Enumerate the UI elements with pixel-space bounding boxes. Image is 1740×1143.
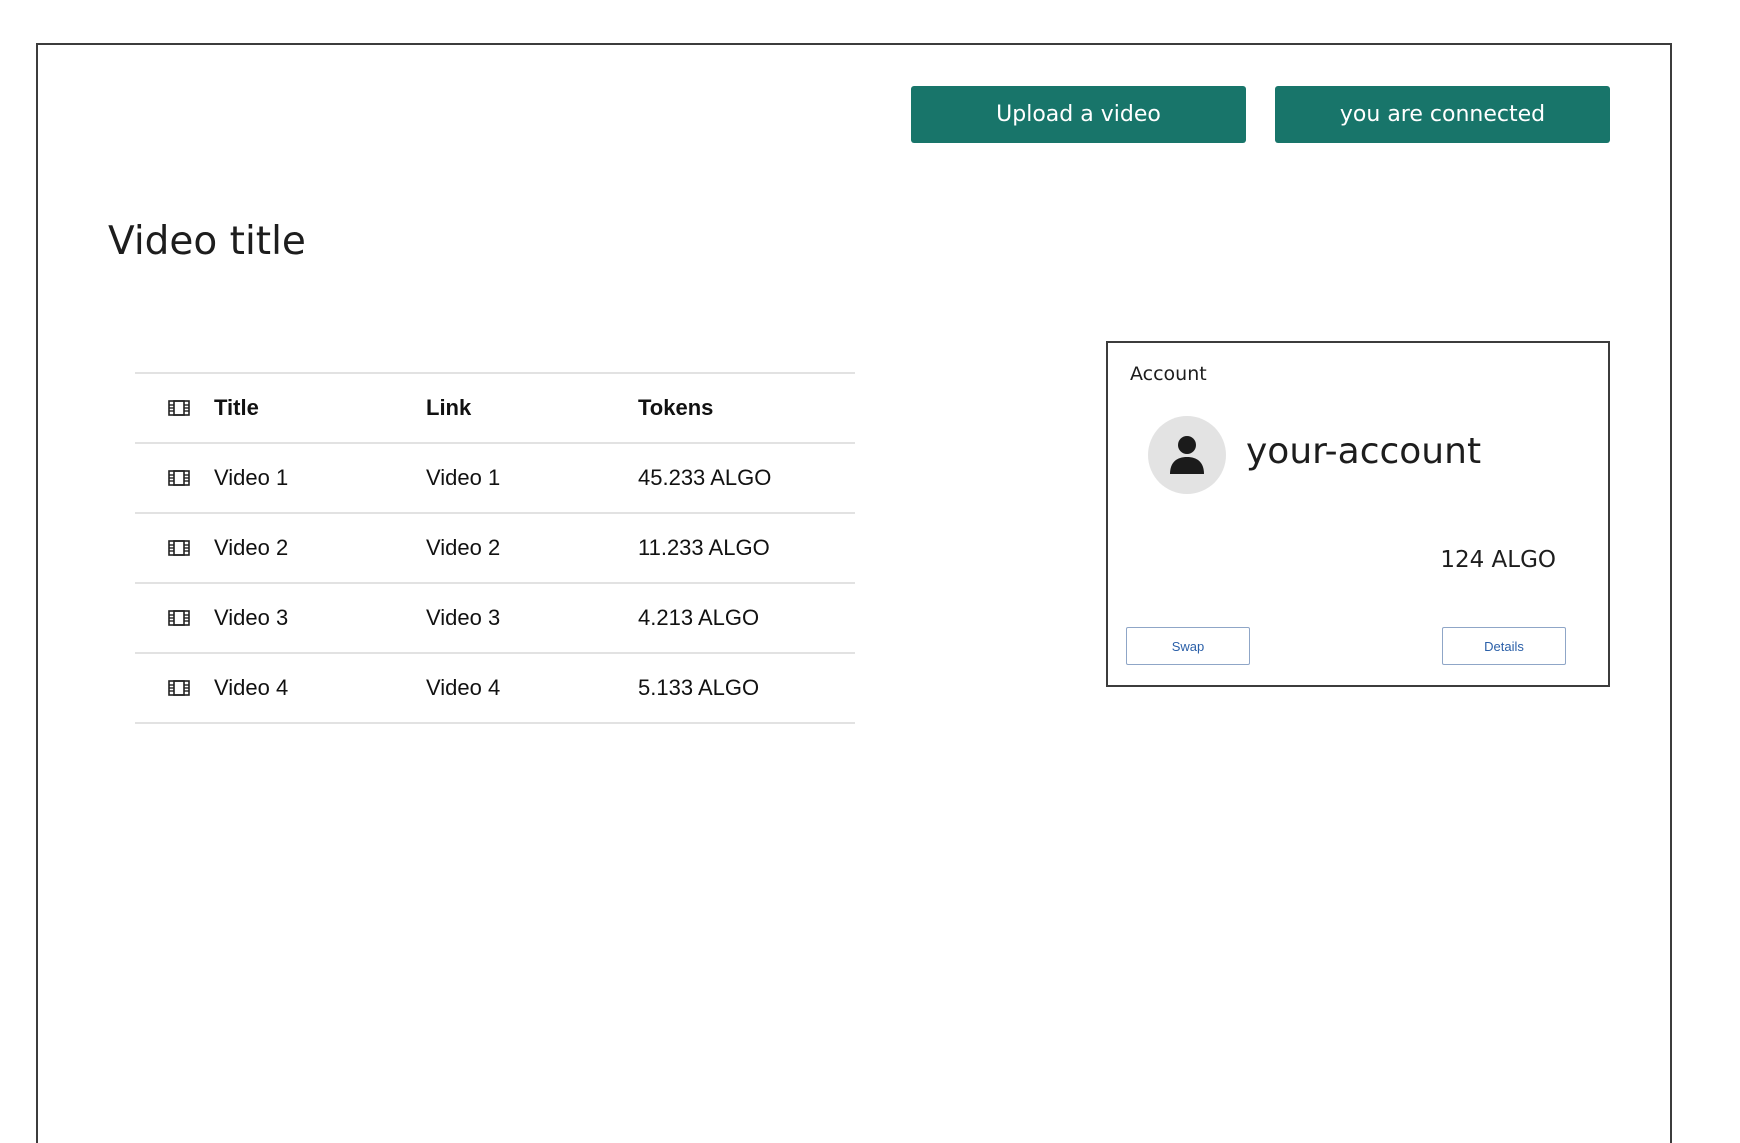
page-title: Video title	[108, 219, 306, 264]
account-name: your-account	[1246, 431, 1482, 472]
film-icon	[168, 610, 190, 626]
video-title-cell: Video 4	[214, 675, 289, 700]
table-row[interactable]: Video 4 Video 4 5.133 ALGO	[135, 652, 855, 724]
video-title-cell: Video 2	[214, 535, 289, 560]
swap-button[interactable]: Swap	[1126, 627, 1250, 665]
video-tokens-cell: 4.213 ALGO	[638, 605, 760, 630]
video-link[interactable]: Video 4	[426, 675, 500, 701]
table-row[interactable]: Video 2 Video 2 11.233 ALGO	[135, 512, 855, 582]
table-header-row: Title Link Tokens	[135, 372, 855, 442]
wallet-connected-button[interactable]: you are connected	[1275, 86, 1610, 143]
video-link[interactable]: Video 2	[426, 535, 500, 561]
video-table: Title Link Tokens Video 1 Video 1 45.233…	[135, 372, 855, 724]
account-card-label: Account	[1130, 363, 1207, 385]
film-icon	[168, 540, 190, 556]
details-button[interactable]: Details	[1442, 627, 1566, 665]
video-title-cell: Video 3	[214, 605, 289, 630]
video-link[interactable]: Video 1	[426, 465, 500, 491]
account-card: Account your-account 124 ALGO Swap Detai…	[1106, 341, 1610, 687]
column-header-title: Title	[214, 395, 259, 420]
table-row[interactable]: Video 1 Video 1 45.233 ALGO	[135, 442, 855, 512]
film-icon	[168, 470, 190, 486]
video-link[interactable]: Video 3	[426, 605, 500, 631]
film-icon	[168, 680, 190, 696]
video-title-cell: Video 1	[214, 465, 289, 490]
video-tokens-cell: 45.233 ALGO	[638, 465, 772, 490]
table-row[interactable]: Video 3 Video 3 4.213 ALGO	[135, 582, 855, 652]
account-balance: 124 ALGO	[1440, 547, 1556, 573]
film-icon	[168, 400, 190, 416]
upload-video-button[interactable]: Upload a video	[911, 86, 1246, 143]
column-header-tokens: Tokens	[638, 395, 714, 420]
video-tokens-cell: 11.233 ALGO	[638, 535, 770, 560]
column-header-link: Link	[426, 395, 472, 420]
video-tokens-cell: 5.133 ALGO	[638, 675, 760, 700]
avatar	[1148, 416, 1226, 494]
user-icon	[1170, 436, 1204, 474]
